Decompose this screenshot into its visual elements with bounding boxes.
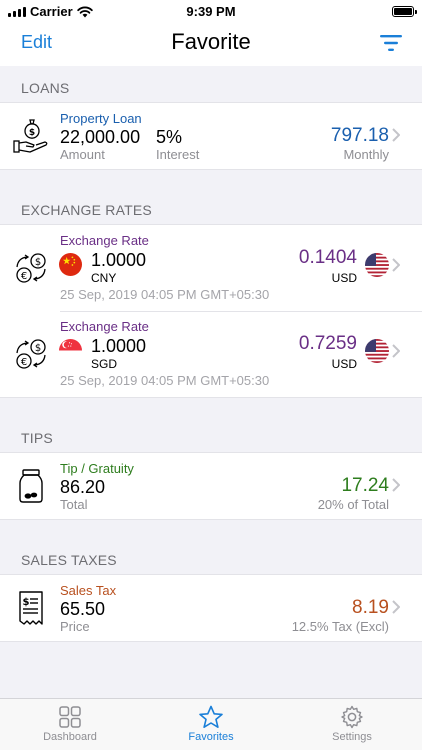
to-code: USD <box>331 357 357 371</box>
china-flag-icon <box>59 253 82 276</box>
tab-label: Settings <box>332 731 372 743</box>
us-flag-icon <box>365 339 389 363</box>
loan-result: 797.18 <box>330 125 389 146</box>
status-time: 9:39 PM <box>186 4 236 19</box>
favorites-list: LOANS $ Property Loan 22,000.00 Amount 5… <box>0 66 422 698</box>
battery-icon <box>392 6 417 17</box>
singapore-flag-icon <box>59 339 82 362</box>
tip-result: 17.24 <box>341 475 389 496</box>
tip-amount: 86.20 <box>60 477 106 497</box>
loan-amount-label: Amount <box>60 147 105 162</box>
money-bag-hand-icon: $ <box>13 119 48 153</box>
navigation-bar: Edit Favorite <box>0 22 422 66</box>
page-title: Favorite <box>171 29 251 54</box>
tip-result-label: 20% of Total <box>317 497 389 512</box>
svg-text:€: € <box>21 271 27 282</box>
section-header-tips: TIPS <box>21 430 53 446</box>
loan-amount: 22,000.00 <box>60 127 141 147</box>
tab-bar: Dashboard Favorites Settings <box>0 698 422 750</box>
loan-interest: 5% <box>156 127 183 147</box>
svg-text:$: $ <box>35 343 41 354</box>
loan-title: Property Loan <box>60 111 142 126</box>
exchange-rates-card: $ € Exchange Rate 1.0000 CNY 25 Sep, 201… <box>0 224 422 398</box>
list-item-property-loan[interactable]: $ Property Loan 22,000.00 Amount 5% Inte… <box>0 103 422 169</box>
tab-label: Dashboard <box>43 731 97 743</box>
filter-icon[interactable] <box>380 34 402 52</box>
receipt-icon: $ <box>19 591 43 625</box>
chevron-right-icon <box>392 258 400 272</box>
to-value: 0.7259 <box>298 333 357 354</box>
to-code: USD <box>331 271 357 285</box>
from-code: CNY <box>91 271 117 285</box>
chevron-right-icon <box>392 128 400 142</box>
sales-tax-result: 8.19 <box>352 597 389 618</box>
list-item-sales-tax[interactable]: $ Sales Tax 65.50 Price 8.19 12.5% Tax (… <box>0 575 422 641</box>
loan-result-label: Monthly <box>343 147 389 162</box>
from-code: SGD <box>91 357 118 371</box>
exchange-title: Exchange Rate <box>60 319 149 334</box>
list-item-tip[interactable]: Tip / Gratuity 86.20 Total 17.24 20% of … <box>0 453 422 519</box>
tab-settings[interactable]: Settings <box>282 705 422 743</box>
currency-exchange-icon: $ € <box>16 253 46 283</box>
sales-tax-price-label: Price <box>60 619 90 634</box>
sales-tax-result-label: 12.5% Tax (Excl) <box>291 619 389 634</box>
exchange-title: Exchange Rate <box>60 233 149 248</box>
star-icon <box>199 705 223 729</box>
us-flag-icon <box>365 253 389 277</box>
chevron-right-icon <box>392 600 400 614</box>
list-item-exchange-rate-cny[interactable]: $ € Exchange Rate 1.0000 CNY 25 Sep, 201… <box>0 225 422 311</box>
chevron-right-icon <box>392 344 400 358</box>
section-header-sales-taxes: SALES TAXES <box>21 552 117 568</box>
tip-title: Tip / Gratuity <box>60 461 134 476</box>
loans-card: $ Property Loan 22,000.00 Amount 5% Inte… <box>0 102 422 170</box>
gear-icon <box>341 705 363 729</box>
currency-exchange-icon: $ € <box>16 339 46 369</box>
tip-jar-icon <box>19 469 43 503</box>
tab-dashboard[interactable]: Dashboard <box>0 705 140 743</box>
svg-text:$: $ <box>35 257 41 268</box>
to-value: 0.1404 <box>298 247 357 268</box>
tips-card: Tip / Gratuity 86.20 Total 17.24 20% of … <box>0 452 422 520</box>
rate-date: 25 Sep, 2019 04:05 PM GMT+05:30 <box>60 287 270 302</box>
section-header-loans: LOANS <box>21 80 70 96</box>
svg-text:€: € <box>21 357 27 368</box>
tab-label: Favorites <box>188 731 234 743</box>
tip-amount-label: Total <box>60 497 88 512</box>
sales-taxes-card: $ Sales Tax 65.50 Price 8.19 12.5% Tax (… <box>0 574 422 642</box>
svg-text:$: $ <box>23 597 30 608</box>
sales-tax-title: Sales Tax <box>60 583 117 598</box>
sales-tax-price: 65.50 <box>60 599 106 619</box>
section-header-exchange-rates: EXCHANGE RATES <box>21 202 152 218</box>
loan-interest-label: Interest <box>156 147 200 162</box>
chevron-right-icon <box>392 478 400 492</box>
svg-text:$: $ <box>29 128 35 138</box>
rate-date: 25 Sep, 2019 04:05 PM GMT+05:30 <box>60 373 270 388</box>
tab-favorites[interactable]: Favorites <box>141 705 281 743</box>
from-value: 1.0000 <box>91 336 147 356</box>
from-value: 1.0000 <box>91 250 147 270</box>
status-bar: Carrier 9:39 PM <box>0 0 422 22</box>
grid-icon <box>59 706 81 728</box>
list-item-exchange-rate-sgd[interactable]: $ € Exchange Rate 1.0000 SGD 25 Sep, 201… <box>0 311 422 397</box>
